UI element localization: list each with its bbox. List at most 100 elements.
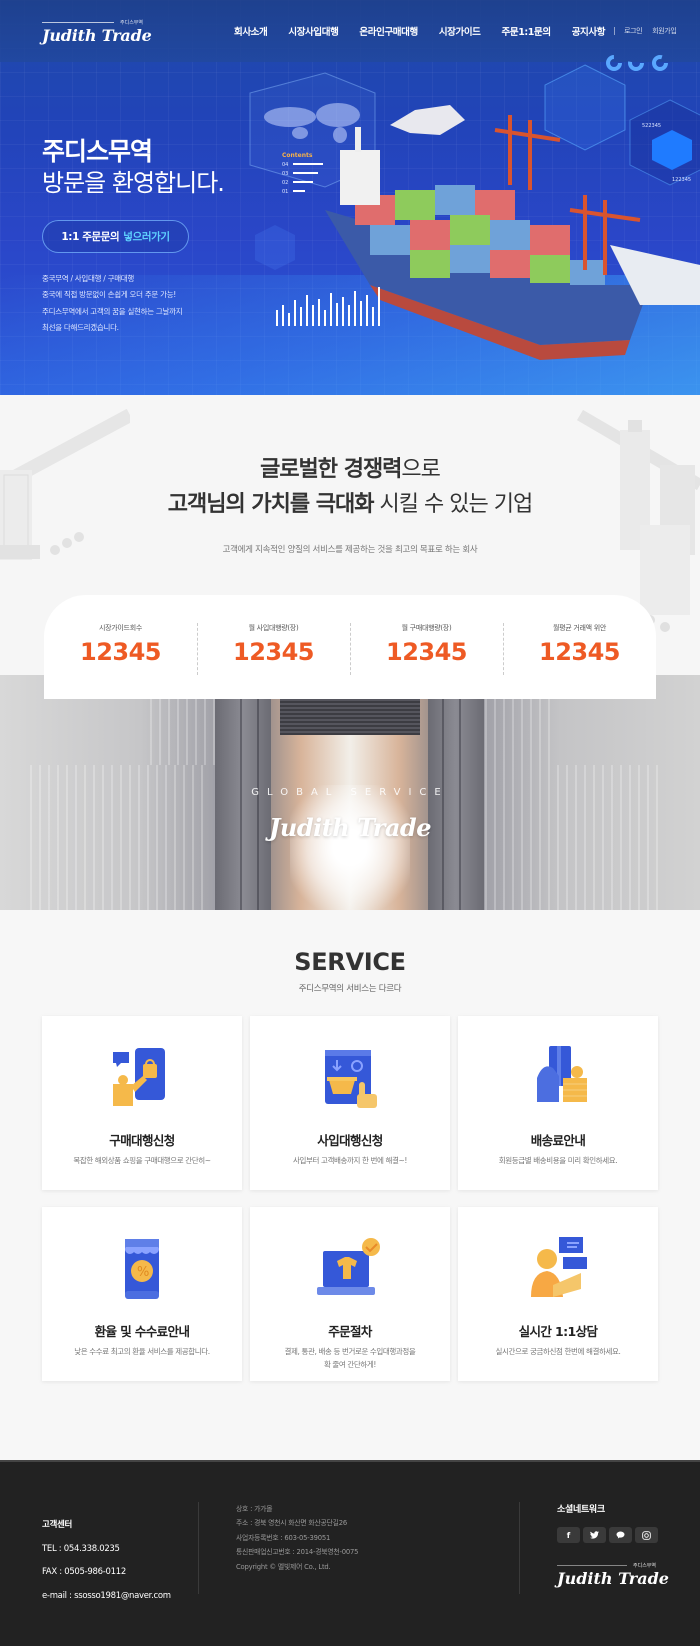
footer-divider: [519, 1502, 520, 1594]
company-name: 상호 : 가가몰: [236, 1505, 273, 1513]
service-card-live-consulting[interactable]: 실시간 1:1상담 실시간으로 궁금하신점 한번에 해결하세요.: [458, 1207, 658, 1381]
contents-item: 04: [282, 162, 288, 168]
business-number: 사업자등록번호 : 603-05-39051: [236, 1533, 331, 1542]
hero-title-line2: 방문을 환영합니다.: [42, 169, 225, 197]
twitter-icon[interactable]: [583, 1527, 606, 1543]
hero-title: 주디스무역 방문을 환영합니다.: [42, 137, 225, 199]
join-link[interactable]: 회원가입: [652, 26, 677, 36]
footer-logo[interactable]: 주디스무역 Judith Trade: [557, 1561, 669, 1588]
stat-value: 12345: [233, 638, 315, 666]
hero-illustration: Contents 04 03 02 01 522345 122345: [249, 55, 700, 360]
stat-item: 시장가이드회수 12345: [44, 623, 197, 699]
hero-description: 중국무역 / 사입대행 / 구매대행 중국에 직접 방문없이 손쉽게 오더 주문…: [42, 271, 183, 336]
card-title: 배송료안내: [530, 1133, 586, 1148]
stat-item: 월 사입대행량(장) 12345: [197, 623, 350, 699]
logo-text: Judith Trade: [557, 1569, 669, 1588]
stat-label: 월 사입대행량(장): [248, 624, 299, 632]
nav-item-order-inquiry[interactable]: 주문1:1문의: [502, 24, 552, 38]
logo-subtext: 주디스무역: [633, 1562, 657, 1569]
logo-subtext: 주디스무역: [120, 19, 144, 26]
global-service-banner: GLOBAL SERVICE Judith Trade: [0, 675, 700, 910]
contents-item: 02: [282, 180, 288, 186]
value-headline: 글로벌한 경쟁력으로 고객님의 가치를 극대화 시킬 수 있는 기업: [0, 453, 700, 523]
stat-item: 월평균 거래액 위안 12345: [503, 623, 656, 699]
headline-rest-1: 으로: [401, 457, 440, 482]
headline-rest-2: 시킬 수 있는 기업: [373, 492, 534, 517]
speech-bubble-glyph: [616, 1531, 625, 1539]
twitter-bird-glyph: [590, 1531, 599, 1539]
container-light: [290, 785, 410, 910]
service-card-purchase-agency[interactable]: 구매대행신청 복잡한 해외상품 쇼핑을 구매대행으로 간단히~: [42, 1016, 242, 1190]
bar-chart-decor: [276, 287, 380, 326]
card-title: 사입대행신청: [317, 1133, 383, 1148]
svg-text:%: %: [137, 1265, 149, 1280]
company-address: 주소 : 경북 영천시 화산면 화산공단길26: [236, 1519, 347, 1528]
footer-divider: [198, 1502, 199, 1594]
service-card-order-process[interactable]: 주문절차 결제, 통관, 배송 등 번거로운 수입대행과정을 확 줄여 간단하게…: [250, 1207, 450, 1381]
card-title: 주문절차: [328, 1324, 372, 1339]
social-title: 소셜네트워크: [557, 1505, 605, 1515]
cta-prefix: 1:1 주문문의: [61, 231, 120, 243]
smoke-cloud: [390, 105, 465, 135]
cta-highlight: 넣으러가기: [123, 231, 170, 243]
nav-divider: [614, 27, 616, 35]
data-label: 522345: [642, 123, 661, 129]
stat-label: 시장가이드회수: [99, 624, 142, 632]
service-card-shipping-fee[interactable]: 배송료안내 회원등급별 배송비용을 미리 확인하세요.: [458, 1016, 658, 1190]
card-desc: 실시간으로 궁금하신점 한번에 해결하세요.: [495, 1347, 621, 1356]
customer-center: 고객센터 TEL : 054.338.0235 FAX : 0505-986-0…: [42, 1502, 171, 1601]
card-title: 실시간 1:1상담: [518, 1324, 598, 1339]
contents-item: 03: [282, 171, 288, 177]
company-info: 상호 : 가가몰 주소 : 경북 영천시 화산면 화산공단길26 사업자등록번호…: [236, 1502, 358, 1574]
site-logo[interactable]: 주디스무역 Judith Trade: [42, 18, 152, 45]
order-laptop-icon: [317, 1238, 380, 1295]
card-desc: 낮은 수수료 최고의 환율 서비스를 제공합니다.: [74, 1347, 210, 1356]
banner-title: Judith Trade: [269, 813, 431, 842]
hexagon-outline: [255, 225, 295, 270]
order-inquiry-button[interactable]: 1:1 주문문의 넣으러가기: [42, 220, 189, 253]
instagram-icon[interactable]: [635, 1527, 658, 1543]
customer-center-title: 고객센터: [42, 1520, 73, 1530]
stats-panel: 시장가이드회수 12345 월 사입대행량(장) 12345 월 구매대행량(장…: [44, 595, 656, 699]
stat-label: 월 구매대행량(장): [401, 624, 452, 632]
nav-item-market-purchase[interactable]: 시장사입대행: [288, 24, 338, 38]
stat-label: 월평균 거래액 위안: [553, 624, 606, 632]
service-card-exchange-rate[interactable]: % 환율 및 수수료안내 낮은 수수료 최고의 환율 서비스를 제공합니다.: [42, 1207, 242, 1381]
hero-title-line1: 주디스무역: [42, 137, 153, 166]
hexagon-outline: [544, 64, 626, 151]
main-nav: 회사소개 시장사입대행 온라인구매대행 시장가이드 주문1:1문의 공지사항 로…: [234, 24, 686, 38]
social-buttons: f: [557, 1527, 658, 1543]
value-subtitle: 고객에게 지속적인 양질의 서비스를 제공하는 것을 최고의 목표로 하는 회사: [222, 545, 478, 555]
login-link[interactable]: 로그인: [624, 26, 643, 36]
stat-value: 12345: [386, 638, 468, 666]
hero-desc-line: 중국무역 / 사입대행 / 구매대행: [42, 274, 134, 283]
headline-bold-1: 글로벌한 경쟁력: [260, 457, 402, 482]
nav-item-online-purchase[interactable]: 온라인구매대행: [359, 24, 418, 38]
copyright: Copyright © 멜빛제어 Co., Ltd.: [236, 1562, 331, 1571]
nav-item-company[interactable]: 회사소개: [234, 24, 268, 38]
contents-label: Contents: [282, 152, 313, 159]
card-desc: 복잡한 해외상품 쇼핑을 구매대행으로 간단히~: [73, 1156, 211, 1165]
social-network: 소셜네트워크 f: [557, 1502, 658, 1543]
card-payment-icon: [537, 1046, 587, 1102]
stat-value: 12345: [80, 638, 162, 666]
card-desc-line: 결제, 통관, 배송 등 번거로운 수입대행과정을: [284, 1347, 416, 1356]
purchase-basket-icon: [325, 1050, 377, 1108]
headline-bold-2: 고객님의 가치를 극대화: [167, 492, 375, 517]
camera-glyph: [642, 1530, 651, 1540]
footer-email[interactable]: e-mail : ssosso1981@naver.com: [42, 1591, 171, 1601]
facebook-icon[interactable]: f: [557, 1527, 580, 1543]
service-card-market-purchase[interactable]: 사입대행신청 사입부터 고객배송까지 한 번에 해결~!: [250, 1016, 450, 1190]
card-desc: 사입부터 고객배송까지 한 번에 해결~!: [293, 1156, 407, 1165]
kakaotalk-icon[interactable]: [609, 1527, 632, 1543]
service-section: SERVICE 주디스무역의 서비스는 다르다 구매대행신청 복잡한 해외상품 …: [0, 910, 700, 1460]
logo-text: Judith Trade: [42, 26, 152, 45]
logo-rule: [557, 1564, 627, 1566]
nav-item-notice[interactable]: 공지사항: [572, 24, 606, 38]
banner-subtitle: GLOBAL SERVICE: [251, 787, 449, 798]
hero-desc-line: 주디스무역에서 고객의 꿈을 실현하는 그날까지: [42, 306, 183, 316]
logo-rule: [42, 21, 114, 23]
card-title: 구매대행신청: [109, 1133, 175, 1148]
nav-item-market-guide[interactable]: 시장가이드: [439, 24, 481, 38]
service-cards: 구매대행신청 복잡한 해외상품 쇼핑을 구매대행으로 간단히~ 사입대행신청 사…: [42, 1016, 658, 1381]
